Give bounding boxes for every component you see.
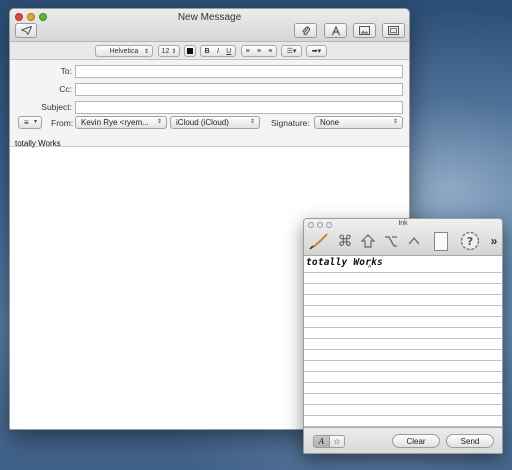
from-label: From: (51, 118, 74, 128)
shift-key-button[interactable] (359, 231, 377, 251)
message-header: To: Cc: Subject: (10, 60, 409, 147)
signature-value: None (320, 118, 340, 127)
pen-tool-button[interactable] (308, 231, 330, 251)
chevron-down-icon: ▾ (33, 119, 37, 125)
more-tools-button[interactable]: » (488, 231, 500, 251)
list-icon: ≡ (24, 118, 29, 127)
italic-button[interactable]: I (217, 48, 219, 55)
handwritten-text: totally Works (306, 257, 383, 268)
photo-browser-button[interactable] (353, 23, 376, 38)
command-key-button[interactable]: ⌘ (336, 231, 354, 251)
signature-popup[interactable]: None ⇕ (314, 116, 403, 129)
writing-pad-button[interactable] (433, 231, 449, 251)
window-title: New Message (177, 12, 242, 23)
ink-writing-area[interactable]: totally Works ^ (304, 257, 502, 429)
writing-pad-icon (434, 231, 448, 251)
font-icon (331, 25, 340, 35)
from-popup[interactable]: Kevin Rye <ryem... ⇕ (75, 116, 167, 129)
from-value: Kevin Rye <ryem... (81, 118, 149, 127)
font-family-value: Helvetica (109, 47, 139, 55)
text-style-buttons: B I U (200, 45, 236, 57)
popup-arrows-icon: ⇕ (249, 119, 255, 125)
ink-bottom-bar: A ☆ Clear Send (304, 427, 502, 453)
popup-arrows-icon: ⇕ (392, 119, 398, 125)
handwriting-mode-button[interactable]: A (314, 436, 329, 447)
cc-field[interactable] (75, 83, 403, 96)
ink-titlebar: Ink ⌘ ? » (304, 219, 502, 256)
indent-popup[interactable]: ➡▾ (306, 45, 327, 57)
indent-icon: ➡▾ (311, 48, 322, 55)
bold-button[interactable]: B (205, 48, 210, 55)
ink-window: Ink ⌘ ? » totally Works ^ A ☆ Clear Send (303, 218, 503, 454)
help-icon: ? (460, 231, 480, 251)
ink-title: Ink (398, 220, 408, 227)
command-key-icon: ⌘ (337, 233, 353, 250)
popup-arrows-icon: ⇕ (171, 48, 177, 55)
popup-arrows-icon: ⇕ (143, 48, 149, 55)
subject-field[interactable] (75, 101, 403, 114)
text-color-button[interactable] (184, 45, 196, 57)
to-label: To: (60, 66, 72, 76)
send-ink-button[interactable]: Send (446, 434, 494, 448)
align-center-icon[interactable]: ≡ (257, 48, 261, 55)
message-body[interactable]: totally Works (15, 139, 61, 148)
signature-label: Signature: (271, 118, 310, 128)
mail-titlebar: New Message (10, 9, 409, 42)
control-key-icon (408, 236, 420, 245)
send-button[interactable] (15, 23, 37, 38)
ink-mode-toggle: A ☆ (313, 435, 345, 448)
format-bar: Helvetica ⇕ 12 ⇕ B I U ≡ ≡ ≡ ☰▾ ➡▾ (10, 42, 409, 60)
alignment-buttons: ≡ ≡ ≡ (241, 45, 277, 57)
attach-button[interactable] (294, 23, 317, 38)
header-options-popup[interactable]: ≡ ▾ (18, 116, 42, 129)
paper-plane-icon (20, 26, 32, 35)
stationery-button[interactable] (382, 23, 405, 38)
font-family-popup[interactable]: Helvetica ⇕ (95, 45, 153, 57)
align-left-icon[interactable]: ≡ (246, 48, 250, 55)
clear-button[interactable]: Clear (392, 434, 440, 448)
option-key-icon (385, 236, 397, 247)
list-icon: ☰▾ (286, 48, 297, 55)
paperclip-icon (301, 26, 310, 35)
insertion-caret-icon: ^ (368, 265, 372, 272)
photo-browser-icon (359, 26, 370, 35)
option-key-button[interactable] (382, 231, 400, 251)
font-size-popup[interactable]: 12 ⇕ (158, 45, 180, 57)
align-right-icon[interactable]: ≡ (268, 48, 272, 55)
subject-label: Subject: (41, 102, 72, 112)
stationery-icon (388, 26, 399, 35)
account-value: iCloud (iCloud) (176, 118, 229, 127)
account-popup[interactable]: iCloud (iCloud) ⇕ (170, 116, 260, 129)
popup-arrows-icon: ⇕ (156, 119, 162, 125)
list-popup[interactable]: ☰▾ (281, 45, 302, 57)
svg-text:?: ? (467, 235, 473, 248)
star-icon: ☆ (333, 437, 341, 446)
pen-icon (309, 233, 328, 250)
favorites-mode-button[interactable]: ☆ (329, 436, 344, 447)
font-size-value: 12 (161, 47, 170, 55)
script-a-icon: A (318, 437, 325, 446)
cc-label: Cc: (59, 84, 72, 94)
underline-button[interactable]: U (226, 48, 231, 55)
color-swatch (187, 48, 193, 54)
help-button[interactable]: ? (459, 231, 481, 251)
control-key-button[interactable] (405, 231, 423, 251)
format-fonts-button[interactable] (324, 23, 347, 38)
to-field[interactable] (75, 65, 403, 78)
shift-key-icon (361, 234, 375, 248)
